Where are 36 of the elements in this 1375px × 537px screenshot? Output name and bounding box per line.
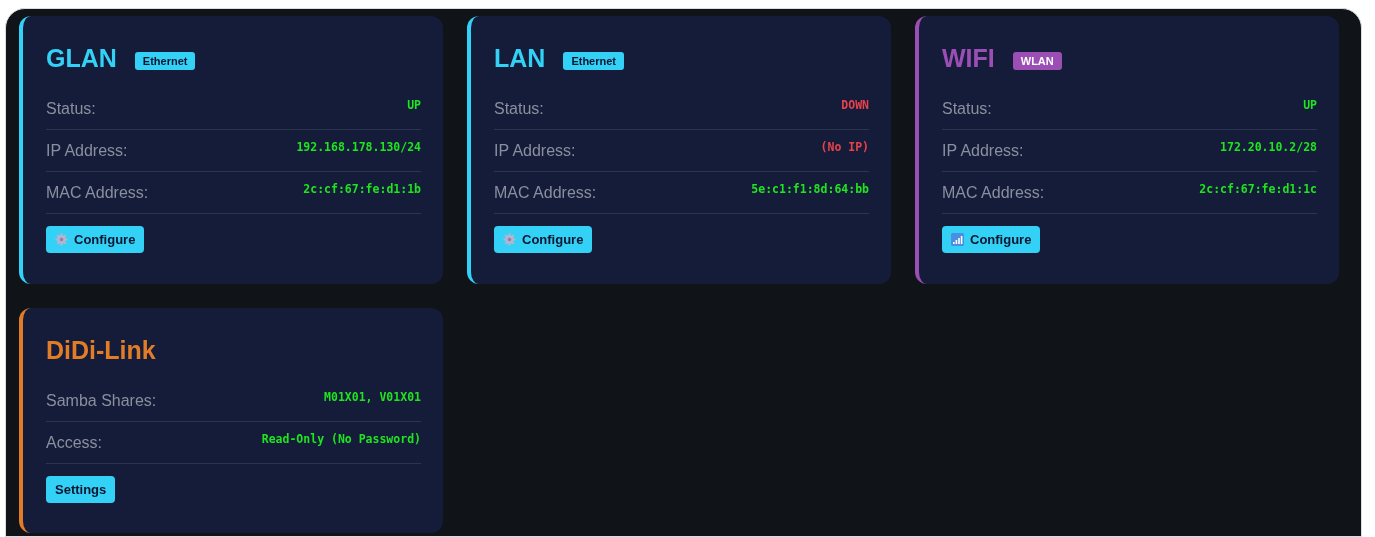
gear-icon — [503, 233, 516, 246]
field-value: 192.168.178.130/24 — [296, 140, 421, 154]
field-value: Read-Only (No Password) — [261, 432, 421, 446]
field-value: 2c:cf:67:fe:d1:1b — [303, 182, 421, 196]
signal-bars-icon — [951, 233, 964, 246]
field-value: 5e:c1:f1:8d:64:bb — [751, 182, 869, 196]
field-label: Status: — [942, 100, 992, 118]
field-value: UP — [1303, 98, 1317, 112]
configure-button[interactable]: Configure — [494, 226, 593, 253]
card-title: WIFI — [942, 43, 995, 73]
type-badge: Ethernet — [563, 52, 624, 70]
configure-button[interactable]: Configure — [46, 226, 145, 253]
field-value: UP — [407, 98, 421, 112]
field-value: 2c:cf:67:fe:d1:1c — [1199, 182, 1317, 196]
type-badge: Ethernet — [134, 52, 196, 70]
field-value: 172.20.10.2/28 — [1220, 140, 1317, 154]
gear-icon — [55, 233, 68, 246]
configure-button[interactable]: Settings — [46, 476, 116, 503]
type-badge: WLAN — [1012, 52, 1062, 70]
card-title: DiDi-Link — [46, 335, 156, 365]
field-label: Status: — [494, 100, 544, 118]
field-label: Samba Shares: — [46, 392, 157, 410]
configure-button[interactable]: Configure — [942, 226, 1041, 253]
field-value: (No IP) — [820, 140, 869, 154]
field-label: MAC Address: — [942, 184, 1045, 202]
card-title: LAN — [494, 43, 546, 73]
field-label: Access: — [46, 434, 102, 452]
field-label: Status: — [46, 100, 96, 118]
field-label: IP Address: — [46, 142, 128, 160]
card-title: GLAN — [46, 43, 117, 73]
field-value: M01X01, V01X01 — [324, 390, 421, 404]
field-label: MAC Address: — [494, 184, 597, 202]
field-label: MAC Address: — [46, 184, 149, 202]
field-label: IP Address: — [942, 142, 1024, 160]
field-label: IP Address: — [494, 142, 576, 160]
field-value: DOWN — [841, 98, 869, 112]
